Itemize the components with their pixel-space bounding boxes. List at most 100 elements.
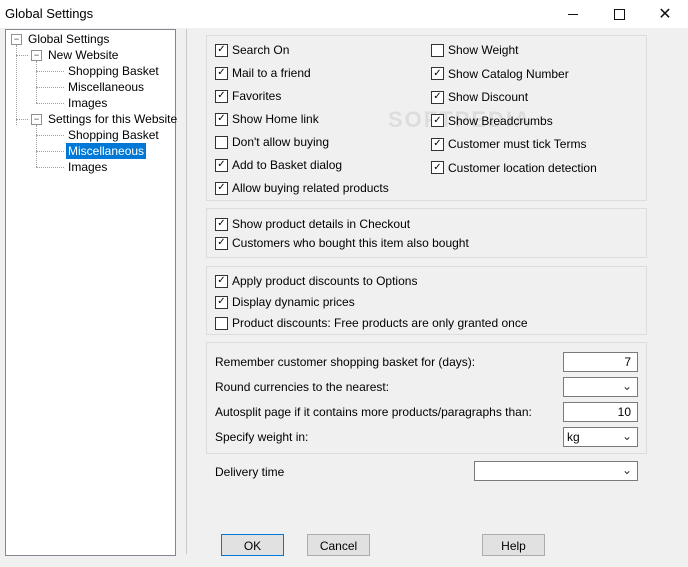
- option-checkbox[interactable]: ✓ Show Home link: [215, 111, 319, 127]
- checkbox-checked-icon[interactable]: ✓: [215, 43, 228, 57]
- option-label: Customers who bought this item also boug…: [232, 236, 469, 250]
- checkbox-checked-icon[interactable]: ✓: [431, 161, 444, 174]
- option-label: Allow buying related products: [232, 181, 389, 195]
- option-label: Add to Basket dialog: [232, 158, 343, 172]
- option-checkbox[interactable]: ✓ Search On: [215, 42, 289, 58]
- option-label: Search On: [232, 43, 290, 57]
- tree-item-ss-shopping-basket[interactable]: Shopping Basket: [68, 127, 159, 143]
- tree-item-nw-shopping-basket[interactable]: Shopping Basket: [68, 63, 159, 79]
- tree-guide: [16, 55, 28, 56]
- collapse-icon[interactable]: −: [11, 34, 22, 45]
- option-checkbox[interactable]: ✓ Show Breadcrumbs: [431, 113, 553, 129]
- tree-item-new-website[interactable]: New Website: [48, 47, 118, 63]
- option-label: Mail to a friend: [232, 66, 311, 80]
- checkbox-checked-icon[interactable]: ✓: [215, 295, 228, 309]
- tree-guide: [16, 45, 17, 125]
- option-checkbox[interactable]: ✓ Show product details in Checkout: [215, 216, 410, 232]
- remember-basket-label: Remember customer shopping basket for (d…: [215, 355, 476, 369]
- tree-guide: [36, 61, 37, 103]
- tree-item-ss-miscellaneous[interactable]: Miscellaneous: [66, 143, 147, 159]
- option-label: Show product details in Checkout: [232, 217, 411, 231]
- option-checkbox[interactable]: ✓ Customers who bought this item also bou…: [215, 235, 469, 251]
- autosplit-input[interactable]: 10: [563, 402, 638, 422]
- maximize-icon: [613, 8, 625, 20]
- option-label: Apply product discounts to Options: [232, 274, 418, 288]
- option-label: Show Discount: [448, 90, 529, 104]
- option-label: Show Breadcrumbs: [448, 113, 553, 128]
- tree-guide: [36, 125, 37, 167]
- checkbox-checked-icon[interactable]: ✓: [215, 236, 228, 250]
- checkbox-checked-icon[interactable]: ✓: [431, 114, 444, 127]
- option-checkbox[interactable]: Don't allow buying: [215, 134, 329, 150]
- option-label: Show Home link: [232, 112, 319, 126]
- tree-item-global-settings[interactable]: Global Settings: [28, 31, 109, 47]
- checkbox-checked-icon[interactable]: ✓: [215, 89, 228, 103]
- checkbox-checked-icon[interactable]: ✓: [215, 66, 228, 80]
- tree-guide: [36, 71, 64, 72]
- window-title: Global Settings: [5, 6, 94, 21]
- checkbox-unchecked-icon[interactable]: [215, 316, 228, 330]
- checkbox-checked-icon[interactable]: ✓: [215, 112, 228, 126]
- minimize-icon: [568, 13, 578, 15]
- panel-divider: [186, 29, 187, 554]
- option-label: Display dynamic prices: [232, 295, 355, 309]
- weight-unit-select[interactable]: kg ⌄: [563, 427, 638, 447]
- tree-guide: [16, 119, 28, 120]
- close-button[interactable]: ✕: [642, 0, 688, 28]
- autosplit-label: Autosplit page if it contains more produ…: [215, 405, 532, 419]
- round-currency-select[interactable]: ⌄: [563, 377, 638, 397]
- title-bar: Global Settings ✕: [0, 0, 688, 28]
- collapse-icon[interactable]: −: [31, 50, 42, 61]
- tree-item-nw-miscellaneous[interactable]: Miscellaneous: [68, 79, 144, 95]
- checkbox-checked-icon[interactable]: ✓: [215, 181, 228, 195]
- help-button[interactable]: Help: [482, 534, 545, 556]
- option-checkbox[interactable]: ✓ Favorites: [215, 88, 281, 104]
- option-checkbox[interactable]: ✓ Allow buying related products: [215, 180, 389, 196]
- tree-item-settings-for-this-website[interactable]: Settings for this Website: [48, 111, 177, 127]
- option-checkbox[interactable]: ✓ Show Catalog Number: [431, 66, 569, 82]
- tree-guide: [36, 135, 64, 136]
- delivery-time-select[interactable]: ⌄: [474, 461, 638, 481]
- checkbox-unchecked-icon[interactable]: [431, 43, 444, 57]
- cancel-button[interactable]: Cancel: [307, 534, 370, 556]
- option-label: Don't allow buying: [232, 135, 330, 149]
- navigation-tree[interactable]: − Global Settings − New Website Shopping…: [5, 29, 177, 556]
- tree-guide: [36, 87, 64, 88]
- checkbox-checked-icon[interactable]: ✓: [215, 217, 228, 231]
- checkbox-checked-icon[interactable]: ✓: [215, 158, 228, 172]
- option-label: Customer location detection: [448, 160, 597, 175]
- checkbox-checked-icon[interactable]: ✓: [215, 274, 228, 288]
- checkbox-checked-icon[interactable]: ✓: [431, 67, 444, 80]
- remember-basket-input[interactable]: 7: [563, 352, 638, 372]
- option-checkbox[interactable]: ✓ Customer location detection: [431, 160, 597, 176]
- checkbox-checked-icon[interactable]: ✓: [431, 137, 444, 151]
- option-checkbox[interactable]: ✓ Show Discount: [431, 89, 528, 105]
- collapse-icon[interactable]: −: [31, 114, 42, 125]
- chevron-down-icon: ⌄: [621, 429, 632, 443]
- tree-item-ss-images[interactable]: Images: [68, 159, 107, 175]
- close-icon: ✕: [658, 6, 672, 23]
- option-checkbox[interactable]: ✓ Apply product discounts to Options: [215, 273, 417, 289]
- delivery-time-label: Delivery time: [215, 465, 285, 479]
- chevron-down-icon: ⌄: [621, 379, 632, 393]
- option-label: Customer must tick Terms: [448, 137, 587, 151]
- option-checkbox[interactable]: ✓ Mail to a friend: [215, 65, 311, 81]
- option-label: Show Catalog Number: [448, 66, 569, 81]
- option-checkbox[interactable]: ✓ Display dynamic prices: [215, 294, 355, 310]
- option-label: Show Weight: [448, 43, 519, 57]
- option-checkbox[interactable]: Product discounts: Free products are onl…: [215, 315, 528, 331]
- round-currency-label: Round currencies to the nearest:: [215, 380, 390, 394]
- checkbox-checked-icon[interactable]: ✓: [431, 90, 444, 104]
- tree-guide: [36, 167, 64, 168]
- tree-guide: [36, 103, 64, 104]
- option-label: Favorites: [232, 89, 282, 103]
- tree-item-nw-images[interactable]: Images: [68, 95, 107, 111]
- option-checkbox[interactable]: ✓ Customer must tick Terms: [431, 136, 586, 152]
- checkbox-unchecked-icon[interactable]: [215, 135, 228, 149]
- option-checkbox[interactable]: ✓ Add to Basket dialog: [215, 157, 342, 173]
- minimize-button[interactable]: [550, 0, 596, 28]
- maximize-button[interactable]: [596, 0, 642, 28]
- tree-guide: [36, 151, 64, 152]
- option-checkbox[interactable]: Show Weight: [431, 42, 518, 58]
- ok-button[interactable]: OK: [221, 534, 284, 556]
